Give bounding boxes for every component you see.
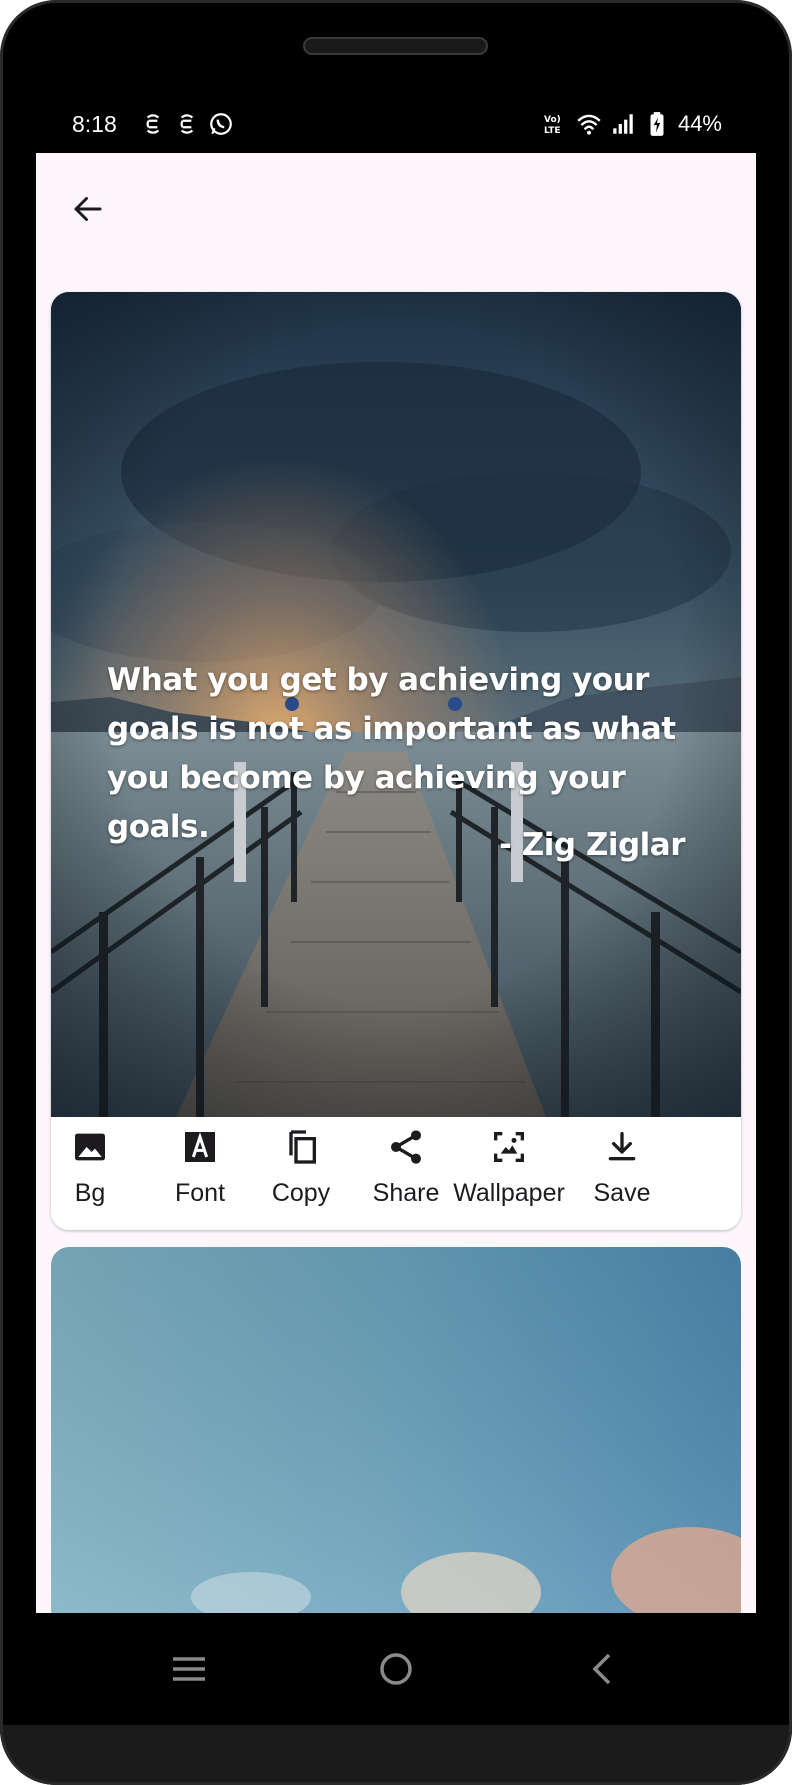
quote-author: - Zig Ziglar bbox=[499, 827, 685, 863]
font-icon bbox=[185, 1132, 215, 1162]
status-bar: 8:18 Vo) LTE 44% bbox=[36, 100, 756, 148]
svg-text:Vo): Vo) bbox=[544, 115, 561, 125]
app-bar bbox=[36, 153, 756, 263]
font-button[interactable]: Font bbox=[155, 1123, 245, 1223]
sky-clouds-image bbox=[51, 1247, 741, 1613]
bg-button[interactable]: Bg bbox=[51, 1123, 129, 1223]
wallpaper-label: Wallpaper bbox=[453, 1179, 565, 1207]
home-button[interactable] bbox=[366, 1639, 426, 1699]
svg-text:LTE: LTE bbox=[544, 126, 561, 136]
quote-text: What you get by achieving your goals is … bbox=[107, 662, 676, 845]
save-label: Save bbox=[593, 1179, 651, 1207]
share-icon bbox=[391, 1130, 421, 1164]
volte-icon: Vo) LTE bbox=[544, 115, 561, 136]
copy-label: Copy bbox=[271, 1179, 331, 1207]
phone-frame: 8:18 Vo) LTE 44% What you get by achievi… bbox=[0, 0, 792, 1785]
recents-button[interactable] bbox=[159, 1639, 219, 1699]
quote-card: What you get by achieving your goals is … bbox=[51, 292, 741, 1230]
arrow-back-icon bbox=[74, 197, 102, 221]
sync-s-icon bbox=[180, 114, 194, 134]
back-icon bbox=[592, 1653, 611, 1685]
share-button[interactable]: Share bbox=[351, 1123, 461, 1223]
save-button[interactable]: Save bbox=[588, 1123, 656, 1223]
recents-icon bbox=[173, 1657, 205, 1681]
wallpaper-icon bbox=[494, 1132, 524, 1162]
device-bottom-bezel bbox=[0, 1725, 792, 1785]
battery-charging-icon bbox=[650, 112, 664, 136]
copy-icon bbox=[289, 1130, 316, 1164]
wallpaper-button[interactable]: Wallpaper bbox=[451, 1123, 567, 1223]
next-quote-card[interactable] bbox=[51, 1247, 741, 1613]
signal-icon bbox=[613, 114, 633, 134]
speaker-grille bbox=[303, 37, 488, 55]
sync-s-icon bbox=[146, 114, 160, 134]
app-screen: What you get by achieving your goals is … bbox=[36, 153, 756, 1613]
battery-percent: 44% bbox=[677, 111, 722, 136]
home-icon bbox=[380, 1653, 412, 1685]
wifi-icon bbox=[577, 114, 601, 135]
back-button[interactable] bbox=[62, 183, 114, 235]
bg-label: Bg bbox=[74, 1179, 106, 1207]
quote-background-image[interactable]: What you get by achieving your goals is … bbox=[51, 292, 741, 1117]
copy-button[interactable]: Copy bbox=[249, 1123, 353, 1223]
status-time: 8:18 bbox=[72, 110, 117, 137]
quote-action-bar: Bg Font Copy Share Wallpaper Save bbox=[51, 1117, 741, 1230]
image-icon bbox=[75, 1133, 105, 1161]
system-nav-bar bbox=[0, 1613, 792, 1725]
download-icon bbox=[608, 1132, 636, 1161]
whatsapp-icon bbox=[210, 113, 232, 135]
nav-back-button[interactable] bbox=[572, 1639, 632, 1699]
share-label: Share bbox=[372, 1179, 440, 1207]
font-label: Font bbox=[174, 1179, 226, 1207]
